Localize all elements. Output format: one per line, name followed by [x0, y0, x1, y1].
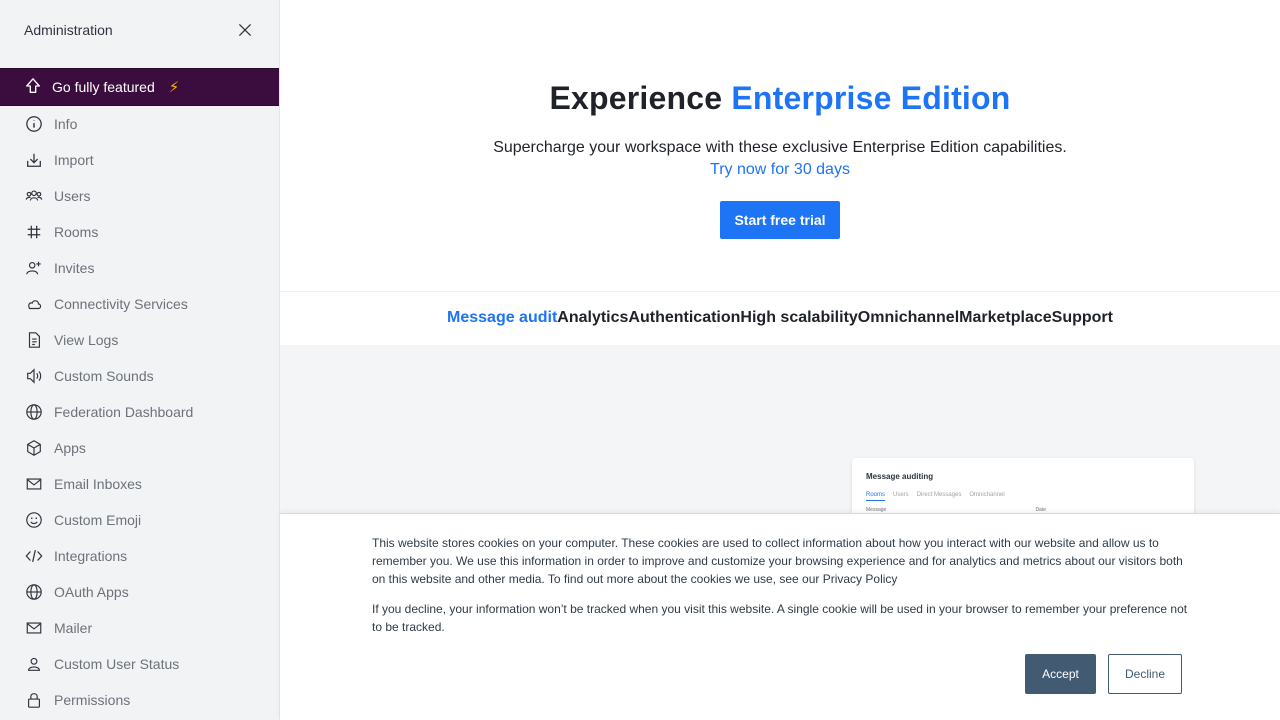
- sidebar-item-label: Info: [54, 116, 78, 132]
- lightning-icon: ⚡: [168, 79, 180, 96]
- sidebar-item-label: OAuth Apps: [54, 584, 129, 600]
- tab-message-audit[interactable]: Message audit: [447, 309, 557, 327]
- sidebar-item-label: Connectivity Services: [54, 296, 188, 312]
- sidebar-item-view-logs[interactable]: View Logs: [0, 322, 279, 358]
- sidebar-item-apps[interactable]: Apps: [0, 430, 279, 466]
- preview-card: Message auditing Rooms Users Direct Mess…: [852, 458, 1194, 513]
- cookie-banner: This website stores cookies on your comp…: [280, 513, 1280, 720]
- cookie-buttons: Accept Decline: [1025, 654, 1182, 694]
- sidebar-item-label: Email Inboxes: [54, 476, 142, 492]
- featured-label: Go fully featured: [52, 79, 155, 95]
- mail-icon: [24, 618, 44, 638]
- accept-button[interactable]: Accept: [1025, 654, 1096, 694]
- cookie-text: This website stores cookies on your comp…: [372, 534, 1192, 636]
- sidebar-item-label: View Logs: [54, 332, 119, 348]
- tab-marketplace[interactable]: Marketplace: [959, 309, 1052, 327]
- sidebar-item-label: Integrations: [54, 548, 128, 564]
- sidebar-item-label: Permissions: [54, 692, 131, 708]
- feature-tabs: Message audit Analytics Authentication H…: [280, 292, 1280, 344]
- sidebar-nav: Info Import Users Rooms Invites Connecti…: [0, 106, 279, 718]
- sidebar-item-label: Custom Emoji: [54, 512, 142, 528]
- sidebar-item-custom-sounds[interactable]: Custom Sounds: [0, 358, 279, 394]
- arrow-up-icon: [24, 77, 42, 98]
- sidebar-item-invites[interactable]: Invites: [0, 250, 279, 286]
- cookie-paragraph: If you decline, your information won’t b…: [372, 602, 1188, 634]
- team-icon: [24, 186, 44, 206]
- code-icon: [24, 546, 44, 566]
- sidebar-item-rooms[interactable]: Rooms: [0, 214, 279, 250]
- preview-tab: Direct Messages: [916, 492, 962, 498]
- document-icon: [24, 330, 44, 350]
- sidebar-item-label: Users: [54, 188, 91, 204]
- sidebar-header: Administration: [0, 0, 279, 60]
- trial-link[interactable]: Try now for 30 days: [710, 161, 850, 179]
- sidebar-item-connectivity-services[interactable]: Connectivity Services: [0, 286, 279, 322]
- title-prefix: Experience: [549, 80, 723, 116]
- info-icon: [24, 114, 44, 134]
- go-fully-featured-item[interactable]: Go fully featured ⚡: [0, 68, 279, 106]
- sidebar-item-label: Import: [54, 152, 94, 168]
- cloud-icon: [24, 294, 44, 314]
- sidebar-item-custom-user-status[interactable]: Custom User Status: [0, 646, 279, 682]
- decline-button[interactable]: Decline: [1108, 654, 1182, 694]
- sidebar-item-import[interactable]: Import: [0, 142, 279, 178]
- feature-preview: Message auditing Rooms Users Direct Mess…: [280, 345, 1280, 513]
- user-icon: [24, 654, 44, 674]
- hero-subtitle: Supercharge your workspace with these ex…: [493, 139, 1067, 156]
- sidebar-item-federation-dashboard[interactable]: Federation Dashboard: [0, 394, 279, 430]
- speaker-icon: [24, 366, 44, 386]
- sidebar-item-custom-emoji[interactable]: Custom Emoji: [0, 502, 279, 538]
- hero-section: Experience Enterprise Edition Supercharg…: [280, 0, 1280, 292]
- sidebar-item-label: Rooms: [54, 224, 99, 240]
- tab-omnichannel[interactable]: Omnichannel: [858, 309, 959, 327]
- sidebar-item-permissions[interactable]: Permissions: [0, 682, 279, 718]
- sidebar-item-label: Apps: [54, 440, 86, 456]
- tab-support[interactable]: Support: [1052, 309, 1113, 327]
- globe-icon: [24, 582, 44, 602]
- tab-high-scalability[interactable]: High scalability: [740, 309, 857, 327]
- sidebar-item-label: Custom Sounds: [54, 368, 154, 384]
- preview-tab: Users: [893, 492, 909, 498]
- preview-card-tabs: Rooms Users Direct Messages Omnichannel: [866, 492, 1180, 501]
- globe-icon: [24, 402, 44, 422]
- emoji-icon: [24, 510, 44, 530]
- lock-icon: [24, 690, 44, 710]
- sidebar-item-users[interactable]: Users: [0, 178, 279, 214]
- sidebar-item-mailer[interactable]: Mailer: [0, 610, 279, 646]
- sidebar-item-oauth-apps[interactable]: OAuth Apps: [0, 574, 279, 610]
- mail-icon: [24, 474, 44, 494]
- hashtag-icon: [24, 222, 44, 242]
- sidebar-item-email-inboxes[interactable]: Email Inboxes: [0, 466, 279, 502]
- sidebar-item-info[interactable]: Info: [0, 106, 279, 142]
- sidebar-item-integrations[interactable]: Integrations: [0, 538, 279, 574]
- title-accent: Enterprise Edition: [731, 80, 1011, 116]
- sidebar-item-label: Custom User Status: [54, 656, 180, 672]
- sidebar-item-label: Mailer: [54, 620, 93, 636]
- preview-tab: Omnichannel: [969, 492, 1005, 498]
- sidebar-item-label: Invites: [54, 260, 95, 276]
- page-title: Experience Enterprise Edition: [280, 80, 1280, 117]
- admin-sidebar: Administration Go fully featured ⚡ Info …: [0, 0, 280, 720]
- preview-tab: Rooms: [866, 492, 886, 501]
- preview-card-title: Message auditing: [866, 472, 934, 481]
- cube-icon: [24, 438, 44, 458]
- start-free-trial-button[interactable]: Start free trial: [720, 201, 840, 239]
- sidebar-item-label: Federation Dashboard: [54, 404, 194, 420]
- tab-authentication[interactable]: Authentication: [628, 309, 740, 327]
- close-icon[interactable]: [235, 20, 255, 40]
- import-icon: [24, 150, 44, 170]
- cookie-paragraph: This website stores cookies on your comp…: [372, 536, 1183, 586]
- user-plus-icon: [24, 258, 44, 278]
- sidebar-title: Administration: [24, 22, 113, 38]
- tab-analytics[interactable]: Analytics: [557, 309, 628, 327]
